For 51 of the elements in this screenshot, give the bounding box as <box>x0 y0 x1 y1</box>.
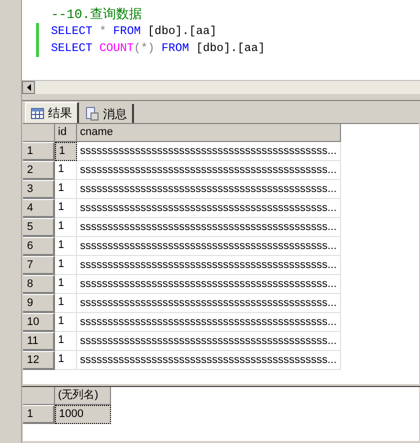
column-header[interactable]: (无列名) <box>55 387 111 405</box>
row-header[interactable]: 2 <box>23 161 55 180</box>
row-header[interactable]: 9 <box>23 294 55 313</box>
table-cell: 1 <box>55 256 77 275</box>
table-cell: sssssssssssssssssssssssssssssssssssssssssssss... <box>77 294 341 313</box>
left-arrow-icon <box>26 84 30 91</box>
code-line: SELECT * FROM [dbo].[aa] <box>51 24 217 40</box>
table-cell: sssssssssssssssssssssssssssssssssssssssssssss... <box>77 161 341 180</box>
table-cell: 1 <box>55 218 77 237</box>
code-editor[interactable]: --10.查询数据 SELECT * FROM [dbo].[aa] SELECT COUNT(*) FROM [dbo].[aa] <box>22 0 420 80</box>
column-header[interactable]: cname <box>77 124 341 142</box>
table-cell: 1 <box>55 294 77 313</box>
table-cell: sssssssssssssssssssssssssssssssssssssssssssss... <box>77 180 341 199</box>
code-line: --10.查询数据 <box>51 6 142 24</box>
row-header[interactable]: 5 <box>23 218 55 237</box>
code-line: SELECT COUNT(*) FROM [dbo].[aa] <box>51 40 265 57</box>
horizontal-scrollbar[interactable] <box>22 80 420 94</box>
table-cell: sssssssssssssssssssssssssssssssssssssssssssss... <box>77 142 341 161</box>
table-cell: sssssssssssssssssssssssssssssssssssssssssssss... <box>77 275 341 294</box>
table-cell: sssssssssssssssssssssssssssssssssssssssssssss... <box>77 218 341 237</box>
row-header[interactable]: 7 <box>23 256 55 275</box>
row-header[interactable]: 6 <box>23 237 55 256</box>
grid-icon <box>31 108 44 118</box>
column-header[interactable]: id <box>55 124 77 142</box>
result-tab[interactable]: 结果 <box>25 102 79 123</box>
row-header[interactable]: 10 <box>23 313 55 332</box>
table-cell: 1 <box>55 332 77 351</box>
row-header[interactable]: 3 <box>23 180 55 199</box>
table-cell: sssssssssssssssssssssssssssssssssssssssssssss... <box>77 313 341 332</box>
table-cell: 1 <box>55 199 77 218</box>
table-cell: 1 <box>55 351 77 370</box>
table-cell: sssssssssssssssssssssssssssssssssssssssssssss... <box>77 199 341 218</box>
scroll-left-button[interactable] <box>22 81 35 94</box>
row-header[interactable]: 1 <box>23 405 55 424</box>
table-cell: 1 <box>55 313 77 332</box>
row-header[interactable]: 8 <box>23 275 55 294</box>
table-cell: sssssssssssssssssssssssssssssssssssssssssssss... <box>77 351 341 370</box>
table-cell: 1 <box>55 142 77 161</box>
row-header[interactable]: 11 <box>23 332 55 351</box>
table-cell: 1 <box>55 161 77 180</box>
table-cell: 1 <box>55 180 77 199</box>
row-header[interactable]: 4 <box>23 199 55 218</box>
table-cell: sssssssssssssssssssssssssssssssssssssssssssss... <box>77 332 341 351</box>
table-cell: 1000 <box>55 405 111 424</box>
row-header[interactable]: 1 <box>23 142 55 161</box>
table-cell: 1 <box>55 237 77 256</box>
table-cell: 1 <box>55 275 77 294</box>
document-icon <box>85 106 99 120</box>
table-cell: sssssssssssssssssssssssssssssssssssssssssssss... <box>77 237 341 256</box>
row-header[interactable]: 12 <box>23 351 55 370</box>
table-cell: sssssssssssssssssssssssssssssssssssssssssssss... <box>77 256 341 275</box>
